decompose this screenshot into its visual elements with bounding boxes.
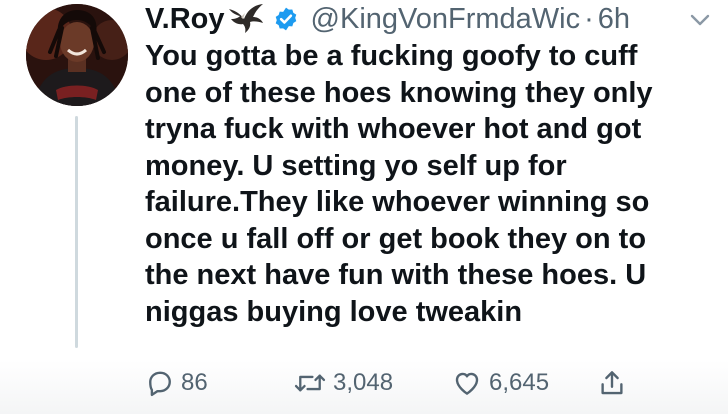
like-count: 6,645 — [489, 369, 550, 396]
tweet-timestamp[interactable]: 6h — [598, 3, 630, 36]
chevron-down-icon[interactable] — [688, 10, 712, 30]
reply-button[interactable]: 86 — [145, 368, 293, 398]
display-name[interactable]: V.Roy — [145, 3, 225, 36]
tweet-actions: 86 3,048 6,645 — [145, 366, 627, 400]
like-button[interactable]: 6,645 — [451, 368, 597, 398]
share-button[interactable] — [597, 368, 627, 398]
hawk-emoji-icon — [227, 3, 265, 35]
user-handle[interactable]: @KingVonFrmdaWic — [311, 3, 581, 36]
separator-dot: · — [584, 2, 594, 35]
share-icon — [601, 371, 623, 395]
tweet-text: You gotta be a fucking goofy to cuff one… — [145, 40, 653, 328]
avatar[interactable] — [26, 4, 128, 106]
retweet-button[interactable]: 3,048 — [293, 368, 451, 398]
thread-connector-line — [75, 116, 78, 348]
retweet-count: 3,048 — [333, 369, 394, 396]
heart-icon — [455, 372, 479, 395]
retweet-icon — [294, 374, 326, 392]
reply-icon — [149, 371, 171, 397]
verified-badge-icon — [273, 6, 299, 32]
reply-count: 86 — [181, 369, 208, 396]
tweet[interactable]: V.Roy @KingVonFrmdaWic · 6h You gotta be… — [0, 0, 728, 414]
tweet-header: V.Roy @KingVonFrmdaWic · 6h — [145, 0, 630, 38]
avatar-image — [26, 4, 128, 106]
